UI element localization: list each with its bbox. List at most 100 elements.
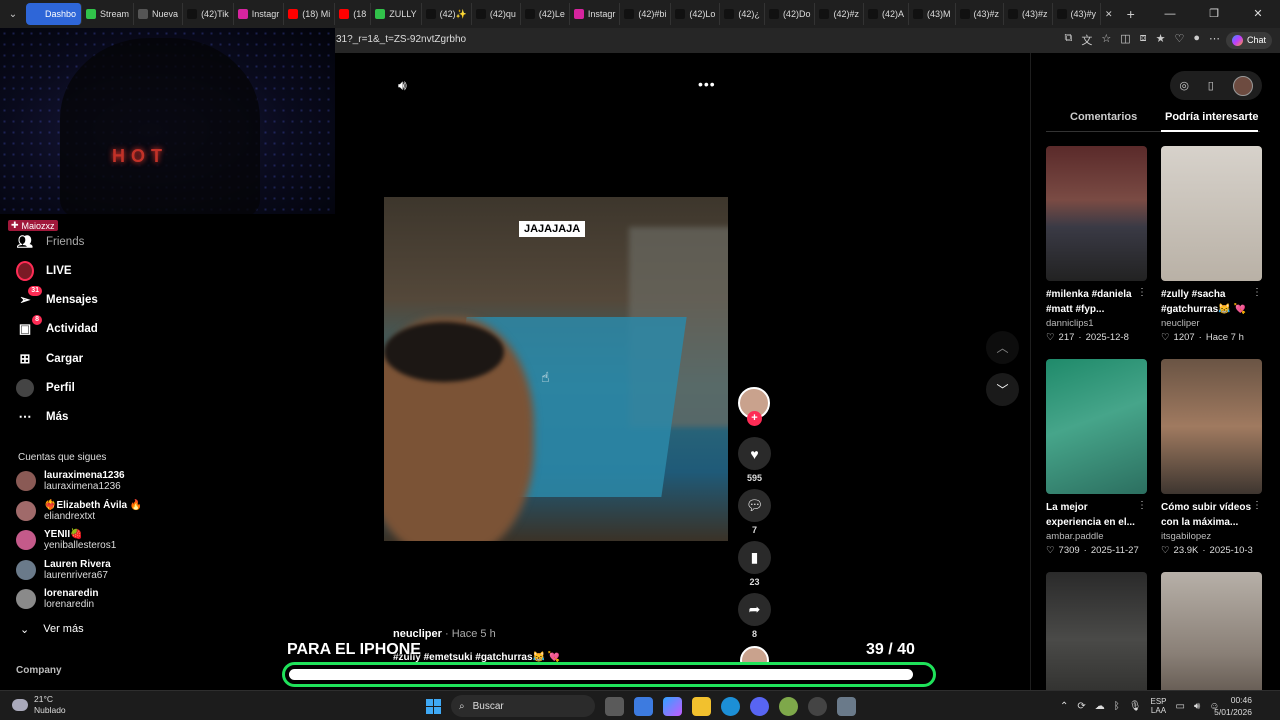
more-vertical-icon[interactable]: ⋮: [1137, 500, 1147, 511]
browser-menu-icon[interactable]: ⋯: [1209, 32, 1220, 48]
browser-tab[interactable]: (18) Mi: [284, 3, 336, 25]
video-title[interactable]: #milenka #daniela #matt #fyp...: [1046, 287, 1147, 317]
close-tab-icon[interactable]: ✕: [1105, 9, 1113, 20]
video-author[interactable]: neucliper: [1161, 318, 1262, 329]
copilot-app-icon[interactable]: [663, 697, 682, 716]
suggested-video-card[interactable]: Cómo subir vídeos con la máxima... ⋮ itsga…: [1161, 359, 1262, 556]
copilot-chat-button[interactable]: Chat: [1225, 32, 1272, 49]
browser-tab[interactable]: (42)¿: [720, 3, 765, 25]
video-author[interactable]: itsgabilopez: [1161, 531, 1262, 542]
edge-icon[interactable]: [721, 697, 740, 716]
comment-button[interactable]: 💬︎: [738, 489, 771, 522]
browser-tab[interactable]: (42)qu: [472, 3, 521, 25]
more-vertical-icon[interactable]: ⋮: [1137, 287, 1147, 298]
volume-icon[interactable]: 🔊︎: [398, 77, 407, 94]
like-button[interactable]: ♥: [738, 437, 771, 470]
store-icon[interactable]: [634, 697, 653, 716]
windows-start-icon[interactable]: [426, 699, 441, 714]
video-author[interactable]: ambar.paddle: [1046, 531, 1147, 542]
browser-tab[interactable]: (43)M: [909, 3, 956, 25]
browser-tab[interactable]: (42)Tik: [183, 3, 234, 25]
browser-tab[interactable]: (43)#z: [1004, 3, 1053, 25]
browser-tab[interactable]: Nueva: [134, 3, 184, 25]
video-thumbnail[interactable]: [1046, 572, 1147, 707]
sidebar-item-upload[interactable]: ⊞ Cargar: [16, 350, 84, 368]
video-player[interactable]: [384, 197, 728, 541]
video-title[interactable]: La mejor experiencia en el...: [1046, 500, 1147, 530]
more-vertical-icon[interactable]: ⋮: [1252, 287, 1262, 298]
post-author[interactable]: neucliper · Hace 5 h: [393, 628, 496, 640]
tab-list-chevron-icon[interactable]: ⌄: [0, 9, 26, 20]
video-thumbnail[interactable]: [1161, 359, 1262, 494]
followed-account[interactable]: lauraximena1236 lauraximena1236: [16, 470, 125, 492]
browser-tab[interactable]: (42)Le: [521, 3, 570, 25]
more-options-icon[interactable]: •••: [698, 76, 716, 92]
language-indicator[interactable]: ESP LAA: [1150, 697, 1166, 715]
favorites-icon[interactable]: ★: [1156, 32, 1166, 48]
explore-icon[interactable]: ◎: [1179, 79, 1189, 92]
save-button[interactable]: ▮: [738, 541, 771, 574]
video-thumbnail[interactable]: [1046, 359, 1147, 494]
sidebar-item-messages[interactable]: ➢ 31 Mensajes: [16, 286, 98, 309]
microphone-icon[interactable]: 🎙︎: [1129, 701, 1142, 712]
app-icon[interactable]: [779, 697, 798, 716]
browser-tab[interactable]: (42)A: [864, 3, 909, 25]
minimize-icon[interactable]: —: [1148, 0, 1192, 28]
bluetooth-icon[interactable]: ᛒ: [1114, 701, 1120, 712]
url-text[interactable]: 31?_r=1&_t=ZS-92nvtZgrbho: [336, 34, 466, 45]
suggested-video-card[interactable]: #zully #sacha #gatchurras😹 💘 ⋮ neucliper ♡ 1…: [1161, 146, 1262, 343]
browser-tab[interactable]: (42)✨: [422, 3, 472, 25]
discord-icon[interactable]: [750, 697, 769, 716]
close-window-icon[interactable]: ✕: [1236, 0, 1280, 28]
sidebar-item-profile[interactable]: Perfil: [16, 379, 75, 397]
settings-icon[interactable]: [837, 697, 856, 716]
sidebar-item-activity[interactable]: ▣ 8 Actividad: [16, 315, 98, 338]
browser-tab[interactable]: (42)Lo: [671, 3, 721, 25]
video-thumbnail[interactable]: [1046, 146, 1147, 281]
company-link[interactable]: Company: [16, 665, 62, 676]
tab-comments[interactable]: Comentarios: [1070, 111, 1137, 123]
browser-tab[interactable]: (42)#bi: [620, 3, 672, 25]
obs-icon[interactable]: [808, 697, 827, 716]
followed-account[interactable]: ❤️‍🔥Elizabeth Ávila 🔥 eliandrextxt: [16, 500, 142, 522]
video-thumbnail[interactable]: [1161, 572, 1262, 707]
video-thumbnail[interactable]: [1161, 146, 1262, 281]
open-in-app-icon[interactable]: ⧉: [1064, 32, 1072, 48]
browser-tab[interactable]: (42)#z: [815, 3, 864, 25]
browser-tab[interactable]: (43)#z: [956, 3, 1005, 25]
follow-plus-button[interactable]: +: [747, 411, 762, 426]
restore-icon[interactable]: ❐: [1192, 0, 1236, 28]
more-vertical-icon[interactable]: ⋮: [1252, 500, 1262, 511]
browser-tab[interactable]: (18: [335, 3, 372, 25]
browser-tab[interactable]: Instagr: [234, 3, 285, 25]
followed-account[interactable]: Lauren Rivera laurenrivera67: [16, 559, 111, 581]
followed-account[interactable]: YENII🍓 yeniballesteros1: [16, 529, 116, 551]
video-title[interactable]: #zully #sacha #gatchurras😹 💘: [1161, 287, 1262, 317]
browser-essentials-icon[interactable]: ♡: [1174, 32, 1184, 48]
clock[interactable]: 00:46 5/01/2026: [1214, 694, 1252, 718]
favorite-star-icon[interactable]: ☆: [1101, 32, 1111, 48]
browser-tab[interactable]: Instagr: [570, 3, 621, 25]
taskbar-search[interactable]: ⌕ Buscar: [451, 695, 595, 717]
onedrive-icon[interactable]: ☁: [1095, 701, 1105, 712]
browser-tab[interactable]: Stream: [82, 3, 135, 25]
user-avatar[interactable]: [1232, 75, 1253, 96]
browser-tab[interactable]: (43)#y: [1053, 3, 1102, 25]
volume-tray-icon[interactable]: 🔊︎: [1194, 701, 1200, 712]
suggested-video-card[interactable]: #milenka #daniela #matt #fyp... ⋮ dannicli…: [1046, 146, 1147, 343]
tray-app-icon[interactable]: ⟳: [1077, 701, 1085, 712]
phone-icon[interactable]: ▯: [1208, 79, 1214, 92]
tab-suggested[interactable]: Podría interesarte: [1165, 111, 1259, 123]
weather-widget[interactable]: 21°C Nublado: [12, 694, 66, 716]
followed-account[interactable]: lorenaredin lorenaredin: [16, 588, 98, 610]
profile-avatar-icon[interactable]: ●: [1193, 32, 1200, 48]
file-explorer-icon[interactable]: [692, 697, 711, 716]
new-tab-button[interactable]: +: [1127, 6, 1135, 22]
split-screen-icon[interactable]: ◫: [1120, 32, 1130, 48]
share-button[interactable]: ➦: [738, 593, 771, 626]
browser-tab[interactable]: ZULLY: [371, 3, 422, 25]
see-more-button[interactable]: ⌄ Ver más: [20, 623, 84, 636]
task-view-icon[interactable]: [605, 697, 624, 716]
next-video-button[interactable]: ﹀: [986, 373, 1019, 406]
network-icon[interactable]: ▭: [1176, 701, 1185, 712]
